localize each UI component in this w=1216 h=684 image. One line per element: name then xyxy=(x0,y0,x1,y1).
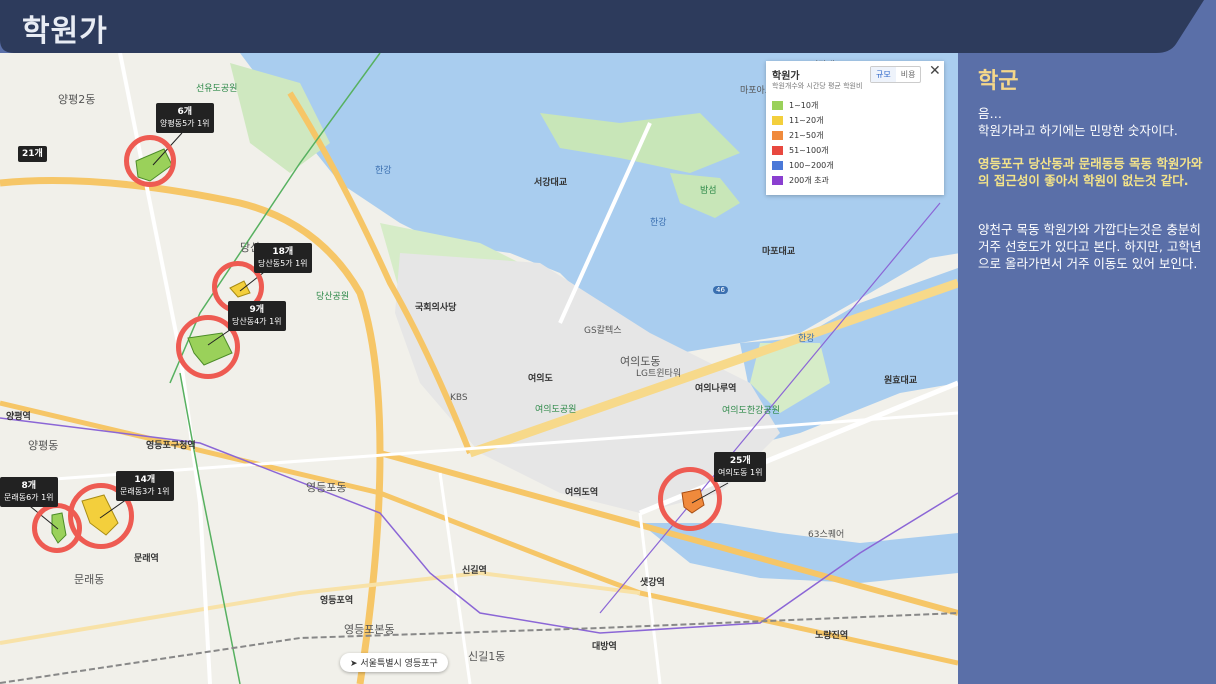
label-kbs: KBS xyxy=(450,393,468,403)
legend-subtitle: 학원개수와 시간당 평균 학원비 xyxy=(772,82,863,90)
cluster-ring-mullae6[interactable] xyxy=(32,503,82,553)
page-title: 학원가 xyxy=(22,14,108,49)
label-hangang-2: 한강 xyxy=(650,218,667,228)
label-hangang-1: 한강 xyxy=(375,166,392,176)
legend-swatch xyxy=(772,176,783,185)
legend-item: 1~10개 xyxy=(772,100,818,111)
pin-name: 여의도동 1위 xyxy=(718,468,763,477)
pin-count: 18개 xyxy=(272,247,294,257)
label-yeongdeungpo-dong: 영등포동 xyxy=(306,481,347,494)
legend-label: 100~200개 xyxy=(789,161,834,170)
legend-label: 21~50개 xyxy=(789,131,824,140)
pin-name: 문래동6가 1위 xyxy=(4,493,54,502)
pin-count: 8개 xyxy=(21,481,37,491)
label-yeouido-station: 여의도역 xyxy=(565,488,599,498)
legend-tabs: 규모 비용 xyxy=(870,66,922,83)
legend-swatch xyxy=(772,101,783,110)
location-text: 서울특별시 영등포구 xyxy=(360,659,438,669)
side-panel: 학군 음… 학원가라고 하기에는 민망한 숫자이다. 영등포구 당산동과 문래동… xyxy=(958,53,1216,684)
header-shape xyxy=(0,0,1204,53)
legend-label: 200개 초과 xyxy=(789,176,829,185)
label-yeongdeungpo-station: 영등포역 xyxy=(320,596,354,606)
label-yangpyeong-station: 양평역 xyxy=(6,412,31,422)
legend-title: 학원가 xyxy=(772,71,800,82)
pin-dangsan4[interactable]: 9개 당산동4가 1위 xyxy=(228,301,286,331)
legend-item: 200개 초과 xyxy=(772,175,829,186)
label-63-square: 63스퀘어 xyxy=(808,530,845,540)
label-mullae-station: 문래역 xyxy=(134,554,159,564)
pin-count: 6개 xyxy=(177,107,193,117)
label-yeongdeungpo-bon: 영등포본동 xyxy=(344,623,395,636)
legend-swatch xyxy=(772,146,783,155)
location-arrow-icon: ➤ xyxy=(350,659,361,669)
pin-mullae6[interactable]: 8개 문래동6가 1위 xyxy=(0,477,58,507)
side-paragraph-1: 음… 학원가라고 하기에는 민망한 숫자이다. xyxy=(978,106,1178,138)
legend-item: 21~50개 xyxy=(772,130,823,141)
label-yeouido-park: 여의도공원 xyxy=(535,405,577,415)
pin-count: 9개 xyxy=(249,305,265,315)
label-saetgang-station: 샛강역 xyxy=(640,578,665,588)
close-icon[interactable]: ✕ xyxy=(929,63,941,79)
label-mullae-dong: 문래동 xyxy=(74,573,105,586)
label-gs-caltex: GS칼텍스 xyxy=(584,326,622,336)
pin-dangsan5[interactable]: 18개 당산동5가 1위 xyxy=(254,243,312,273)
legend-label: 11~20개 xyxy=(789,116,824,125)
pin-count: 14개 xyxy=(134,475,156,485)
label-hangang-3: 한강 xyxy=(798,334,815,344)
side-paragraph-3: 양천구 목동 학원가와 가깝다는것은 충분히 거주 선호도가 있다고 본다. 하… xyxy=(978,222,1202,271)
label-yeouido-dong: 여의도동 xyxy=(620,355,661,368)
legend-swatch xyxy=(772,116,783,125)
map-view[interactable]: 서강대교 마포대교 원효대교 한강 한강 한강 밤섬 국회의사당 여의도 여의도… xyxy=(0,53,958,684)
pin-name: 당산동5가 1위 xyxy=(258,259,308,268)
cluster-ring-yangpyeong5[interactable] xyxy=(124,135,176,187)
legend-label: 51~100개 xyxy=(789,146,829,155)
legend-label: 1~10개 xyxy=(789,101,819,110)
pin-count: 21개 xyxy=(22,149,43,159)
legend-item: 51~100개 xyxy=(772,145,829,156)
label-dangsan-park: 당산공원 xyxy=(316,292,350,302)
label-seonyu-park: 선유도공원 xyxy=(196,84,238,94)
label-seogang-bridge: 서강대교 xyxy=(534,178,568,188)
route-46-badge: 46 xyxy=(713,286,728,294)
pin-yangpyeong5[interactable]: 6개 양평동5가 1위 xyxy=(156,103,214,133)
label-singil1-dong: 신길1동 xyxy=(468,650,506,663)
label-noryangjin-station: 노량진역 xyxy=(815,631,849,641)
label-yeongdeungpo-gu-office: 영등포구청역 xyxy=(146,441,196,451)
label-yangpyeong2: 양평2동 xyxy=(58,93,96,106)
legend-swatch xyxy=(772,161,783,170)
location-badge[interactable]: ➤ 서울특별시 영등포구 xyxy=(340,653,448,672)
legend-item: 100~200개 xyxy=(772,160,834,171)
tab-size[interactable]: 규모 xyxy=(871,67,896,82)
side-paragraph-2: 영등포구 당산동과 문래동등 목동 학원가와의 접근성이 좋아서 학원이 없는것… xyxy=(978,156,1203,188)
label-bamseom: 밤섬 xyxy=(700,186,717,196)
legend-panel: 학원가 학원개수와 시간당 평균 학원비 규모 비용 ✕ 1~10개 11~20… xyxy=(766,61,944,195)
pin-name: 양평동5가 1위 xyxy=(160,119,210,128)
header-bar: 학원가 xyxy=(0,0,1216,53)
cluster-ring-yeouido[interactable] xyxy=(658,467,722,531)
label-singil-station: 신길역 xyxy=(462,566,487,576)
pin-count: 25개 xyxy=(729,456,751,466)
legend-swatch xyxy=(772,131,783,140)
label-wonhyo-bridge: 원효대교 xyxy=(884,376,918,386)
label-yeouido: 여의도 xyxy=(528,374,553,384)
pin-mullae3[interactable]: 14개 문래동3가 1위 xyxy=(116,471,174,501)
pin-name: 당산동4가 1위 xyxy=(232,317,282,326)
pin-name: 문래동3가 1위 xyxy=(120,487,170,496)
side-title: 학군 xyxy=(978,69,1019,94)
legend-item: 11~20개 xyxy=(772,115,823,126)
tab-cost[interactable]: 비용 xyxy=(896,67,921,82)
label-daebang-station: 대방역 xyxy=(592,642,617,652)
label-assembly: 국회의사당 xyxy=(415,303,457,313)
label-mapo-bridge: 마포대교 xyxy=(762,247,796,257)
pin-yeouido[interactable]: 25개 여의도동 1위 xyxy=(714,452,767,482)
pin-21[interactable]: 21개 xyxy=(18,146,47,162)
label-yeouinaru-station: 여의나루역 xyxy=(695,384,737,394)
label-yeouido-hangang-park: 여의도한강공원 xyxy=(722,406,780,416)
label-yangpyeongdong: 양평동 xyxy=(28,439,59,452)
